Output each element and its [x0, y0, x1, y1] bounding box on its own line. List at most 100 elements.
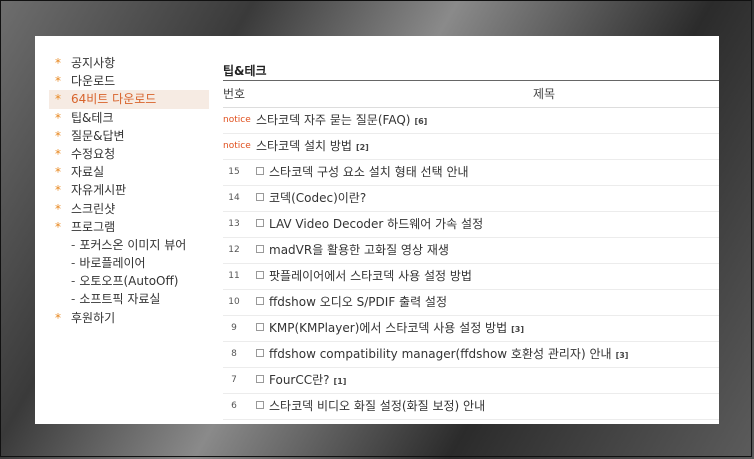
sidebar-item-label[interactable]: 팁&테크 [71, 111, 113, 125]
post-title-link[interactable]: 코덱(Codec)이란? [256, 186, 366, 211]
bullet-icon: * [55, 183, 61, 198]
sidebar-item-label[interactable]: 스크린샷 [71, 202, 115, 216]
sidebar-item-label[interactable]: 다운로드 [71, 74, 115, 88]
dash-icon: - [71, 256, 76, 271]
sidebar-item[interactable]: * 질문&답변 [49, 127, 209, 145]
post-title-link[interactable]: madVR을 활용한 고화질 영상 재생 [256, 238, 449, 263]
table-row: 8 ffdshow compatibility manager(ffdshow 호… [223, 342, 719, 368]
bullet-icon: * [55, 128, 61, 143]
bullet-icon: * [55, 146, 61, 161]
post-number: 5 [223, 420, 245, 424]
bullet-icon: * [55, 56, 61, 70]
table-row: 12 madVR을 활용한 고화질 영상 재생 [223, 238, 719, 264]
post-title-link[interactable]: 스타코덱 비디오 화질 설정(화질 보정) 안내 [256, 394, 485, 419]
post-number: 12 [228, 245, 240, 255]
table-row: 13 LAV Video Decoder 하드웨어 가속 설정 [223, 212, 719, 238]
document-icon [256, 271, 264, 279]
post-title-link[interactable]: FourCC란? [1] [256, 368, 346, 394]
post-title-link[interactable]: LAV Video Decoder 하드웨어 가속 설정 [256, 212, 483, 237]
sidebar-item[interactable]: * 64비트 다운로드 [49, 90, 209, 109]
column-header-title[interactable]: 제목 [533, 81, 555, 107]
post-title-link[interactable]: 스타코덱 구성 요소 설치 형태 선택 안내 [256, 160, 469, 185]
comment-count: [6] [414, 117, 428, 126]
document-icon [256, 245, 264, 253]
sidebar-item-label[interactable]: 프로그램 [71, 220, 115, 234]
document-icon [256, 375, 264, 383]
sidebar-item-label[interactable]: 자유게시판 [71, 183, 126, 197]
table-row: 11 팟플레이어에서 스타코덱 사용 설정 방법 [223, 264, 719, 290]
sidebar-item-label[interactable]: 64비트 다운로드 [71, 92, 156, 106]
notice-badge: notice [223, 115, 251, 125]
document-icon [256, 297, 264, 305]
comment-count: [3] [615, 351, 629, 360]
post-number: 6 [231, 401, 237, 411]
post-number: 13 [228, 219, 240, 229]
sidebar-item[interactable]: * 자료실 [49, 163, 209, 181]
post-title[interactable]: 팟플레이어에서 스타코덱 사용 설정 방법 [269, 269, 472, 283]
post-number: 7 [231, 375, 237, 385]
table-row: 7 FourCC란? [1] [223, 368, 719, 394]
document-icon [256, 401, 264, 409]
table-row: 5 DivX란? [223, 420, 719, 424]
sidebar-item[interactable]: * 다운로드 [49, 72, 209, 90]
post-title[interactable]: 스타코덱 설치 방법 [256, 139, 352, 153]
post-title[interactable]: 코덱(Codec)이란? [269, 191, 366, 205]
post-title[interactable]: FourCC란? [269, 373, 330, 387]
sidebar-item[interactable]: * 수정요청 [49, 145, 209, 163]
post-title-link[interactable]: 스타코덱 자주 묻는 질문(FAQ) [6] [256, 108, 427, 134]
post-title[interactable]: KMP(KMPlayer)에서 스타코덱 사용 설정 방법 [269, 321, 507, 335]
board-main: 팁&테크 번호 제목 notice 스타코덱 자주 묻는 질문(FAQ) [6] no… [223, 62, 719, 424]
sidebar-subitem[interactable]: - 소프트픽 자료실 [49, 290, 209, 308]
sidebar-item[interactable]: * 공지사항 [49, 54, 209, 72]
post-title[interactable]: ffdshow 오디오 S/PDIF 출력 설정 [269, 295, 447, 309]
sidebar-subitem-label[interactable]: 오토오프(AutoOff) [79, 274, 178, 288]
sidebar-subitem-label[interactable]: 바로플레이어 [79, 256, 145, 270]
bullet-icon: * [55, 74, 61, 89]
sidebar-subitem[interactable]: - 바로플레이어 [49, 254, 209, 272]
post-title-link[interactable]: KMP(KMPlayer)에서 스타코덱 사용 설정 방법 [3] [256, 316, 524, 342]
table-row: 15 스타코덱 구성 요소 설치 형태 선택 안내 [223, 160, 719, 186]
comment-count: [2] [355, 143, 369, 152]
sidebar-item[interactable]: * 팁&테크 [49, 109, 209, 127]
post-title[interactable]: madVR을 활용한 고화질 영상 재생 [269, 243, 449, 257]
sidebar-item-label[interactable]: 자료실 [71, 165, 104, 179]
post-title[interactable]: LAV Video Decoder 하드웨어 가속 설정 [269, 217, 483, 231]
sidebar-item[interactable]: * 자유게시판 [49, 181, 209, 199]
bullet-icon: * [55, 219, 61, 234]
bullet-icon: * [55, 110, 61, 125]
post-title[interactable]: 스타코덱 자주 묻는 질문(FAQ) [256, 113, 410, 127]
document-icon [256, 323, 264, 331]
sidebar-item-label[interactable]: 후원하기 [71, 311, 115, 325]
sidebar-subitem[interactable]: - 오토오프(AutoOff) [49, 272, 209, 290]
sidebar-item[interactable]: * 프로그램 [49, 218, 209, 236]
post-number: 10 [228, 297, 240, 307]
post-title-link[interactable]: ffdshow 오디오 S/PDIF 출력 설정 [256, 290, 447, 315]
post-title-link[interactable]: 스타코덱 설치 방법 [2] [256, 134, 369, 160]
document-icon [256, 193, 264, 201]
sidebar-item-donate[interactable]: * 후원하기 [49, 309, 209, 327]
column-header-number[interactable]: 번호 [223, 81, 245, 107]
post-title[interactable]: ffdshow compatibility manager(ffdshow 호환… [269, 347, 612, 361]
table-row: 6 스타코덱 비디오 화질 설정(화질 보정) 안내 [223, 394, 719, 420]
table-row: 9 KMP(KMPlayer)에서 스타코덱 사용 설정 방법 [3] [223, 316, 719, 342]
board-title: 팁&테크 [223, 62, 719, 81]
document-icon [256, 349, 264, 357]
bullet-icon: * [55, 165, 61, 180]
sidebar-subitem-label[interactable]: 소프트픽 자료실 [79, 292, 160, 306]
post-title-link[interactable]: 팟플레이어에서 스타코덱 사용 설정 방법 [256, 264, 472, 289]
sidebar-item-label[interactable]: 질문&답변 [71, 129, 125, 143]
sidebar-item-label[interactable]: 공지사항 [71, 56, 115, 70]
post-title[interactable]: 스타코덱 비디오 화질 설정(화질 보정) 안내 [269, 399, 485, 413]
sidebar-item-label[interactable]: 수정요청 [71, 147, 115, 161]
post-title-link[interactable]: DivX란? [256, 420, 314, 424]
post-title-link[interactable]: ffdshow compatibility manager(ffdshow 호환… [256, 342, 628, 368]
dash-icon: - [71, 237, 76, 252]
post-title[interactable]: 스타코덱 구성 요소 설치 형태 선택 안내 [269, 165, 469, 179]
sidebar-item[interactable]: * 스크린샷 [49, 200, 209, 218]
table-row: notice 스타코덱 자주 묻는 질문(FAQ) [6] [223, 108, 719, 134]
bullet-icon: * [55, 310, 61, 325]
sidebar-subitem[interactable]: - 포커스온 이미지 뷰어 [49, 236, 209, 254]
post-number: 11 [228, 271, 240, 281]
post-number: 8 [231, 349, 237, 359]
sidebar-subitem-label[interactable]: 포커스온 이미지 뷰어 [79, 238, 186, 252]
